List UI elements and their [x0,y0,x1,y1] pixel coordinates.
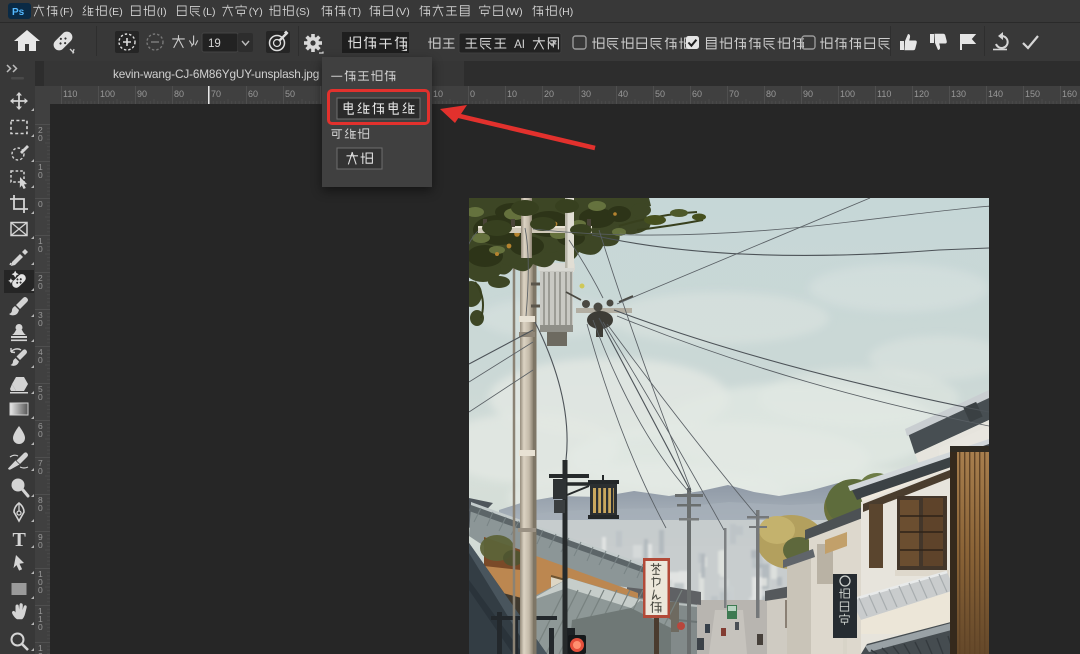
svg-text:(V): (V) [396,6,410,18]
svg-text:70: 70 [729,89,739,99]
svg-text:19: 19 [208,38,221,50]
svg-text:100: 100 [100,89,115,99]
svg-text:0: 0 [38,622,43,632]
svg-text:160: 160 [1062,89,1077,99]
svg-text:0: 0 [38,466,43,476]
svg-text:0: 0 [38,429,43,439]
svg-text:50: 50 [655,89,665,99]
svg-text:80: 80 [174,89,184,99]
svg-text:(S): (S) [296,6,310,18]
svg-text:90: 90 [803,89,813,99]
svg-text:10: 10 [507,89,517,99]
svg-text:140: 140 [988,89,1003,99]
svg-text:110: 110 [877,89,891,99]
svg-text:(L): (L) [203,6,216,18]
svg-text:60: 60 [692,89,702,99]
svg-text:150: 150 [1025,89,1040,99]
svg-text:T: T [13,529,27,551]
svg-text:(I): (I) [157,6,167,18]
svg-text:(F): (F) [60,6,73,18]
svg-text:Ps: Ps [12,7,25,18]
svg-text:(E): (E) [109,6,123,18]
svg-text:0: 0 [38,355,43,365]
svg-text:120: 120 [914,89,929,99]
svg-text:(W): (W) [506,6,523,18]
svg-text:60: 60 [248,89,258,99]
svg-text:AI: AI [514,39,525,51]
svg-text:(T): (T) [348,6,361,18]
svg-text:110: 110 [63,89,77,99]
svg-text:0: 0 [38,281,43,291]
svg-text:0: 0 [38,244,43,254]
svg-text:80: 80 [766,89,776,99]
svg-text:(H): (H) [559,6,574,18]
svg-text:130: 130 [951,89,966,99]
svg-text:20: 20 [544,89,554,99]
svg-text:(Y): (Y) [249,6,263,18]
svg-text:70: 70 [211,89,221,99]
svg-text:0: 0 [470,89,475,99]
svg-text:0: 0 [38,133,43,143]
svg-text:0: 0 [38,392,43,402]
svg-text:0: 0 [38,540,43,550]
svg-text:100: 100 [840,89,855,99]
svg-text:30: 30 [581,89,591,99]
svg-text:0: 0 [38,199,43,209]
svg-text:40: 40 [618,89,628,99]
svg-text:0: 0 [38,585,43,595]
svg-text:0: 0 [38,318,43,328]
svg-text:50: 50 [285,89,295,99]
svg-text:90: 90 [137,89,147,99]
svg-text:0: 0 [38,503,43,513]
svg-text:0: 0 [38,170,43,180]
